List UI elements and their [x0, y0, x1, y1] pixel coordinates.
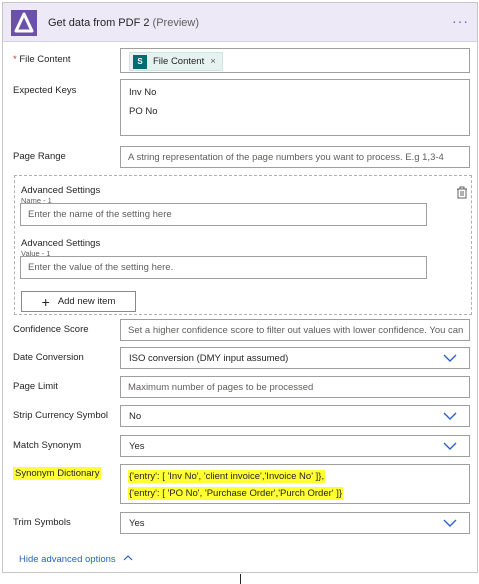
strip-currency-symbol-value: No [129, 411, 142, 422]
hide-advanced-options-link[interactable]: Hide advanced options [19, 554, 133, 565]
more-options-icon[interactable]: ··· [452, 13, 469, 29]
connector-line [240, 574, 241, 584]
page-range-label: Page Range [13, 151, 66, 162]
setting-name-input[interactable]: Enter the name of the setting here [20, 203, 427, 226]
advanced-settings-value-label: Advanced Settings [21, 238, 101, 249]
synonym-entry-2: {'entry': [ 'PO No', 'Purchase Order','P… [128, 487, 344, 500]
token-text: File Content [153, 56, 205, 67]
date-conversion-value: ISO conversion (DMY input assumed) [129, 353, 289, 364]
page-range-placeholder: A string representation of the page numb… [128, 152, 444, 163]
match-synonym-value: Yes [129, 441, 145, 452]
required-mark: * [13, 54, 17, 65]
page-limit-input[interactable]: Maximum number of pages to be processed [120, 376, 470, 398]
page-limit-placeholder: Maximum number of pages to be processed [128, 382, 314, 393]
file-content-label: * File Content [13, 54, 71, 65]
add-new-item-button[interactable]: + Add new item [21, 291, 136, 312]
chevron-down-icon [443, 412, 457, 420]
setting-value-input[interactable]: Enter the value of the setting here. [20, 256, 427, 279]
trim-symbols-dropdown[interactable]: Yes [120, 512, 470, 534]
file-content-field[interactable]: S File Content × [120, 48, 470, 73]
card-title: Get data from PDF 2 (Preview) [48, 17, 199, 29]
expected-key-2: PO No [129, 106, 158, 117]
hide-advanced-options-label: Hide advanced options [19, 554, 116, 565]
trim-symbols-label: Trim Symbols [13, 517, 71, 528]
synonym-dictionary-label: Synonym Dictionary [13, 467, 102, 480]
strip-currency-symbol-label: Strip Currency Symbol [13, 410, 109, 421]
advanced-settings-group: Advanced Settings Name - 1 Enter the nam… [14, 175, 472, 315]
delete-item-icon[interactable] [456, 186, 468, 202]
match-synonym-label: Match Synonym [13, 440, 82, 451]
card-title-text: Get data from PDF 2 [48, 17, 150, 29]
strip-currency-symbol-dropdown[interactable]: No [120, 405, 470, 427]
chevron-down-icon [443, 354, 457, 362]
match-synonym-dropdown[interactable]: Yes [120, 435, 470, 457]
file-content-label-text: File Content [19, 54, 71, 65]
synonym-entry-1: {'entry': [ 'Inv No', 'client invoice','… [128, 470, 326, 483]
expected-keys-label: Expected Keys [13, 85, 77, 96]
confidence-score-input[interactable]: Set a higher confidence score to filter … [120, 319, 470, 341]
date-conversion-label: Date Conversion [13, 352, 84, 363]
chevron-down-icon [443, 519, 457, 527]
confidence-score-placeholder: Set a higher confidence score to filter … [128, 325, 464, 336]
synonym-dictionary-field[interactable]: {'entry': [ 'Inv No', 'client invoice','… [120, 464, 470, 504]
connector-logo-icon [11, 10, 37, 36]
expected-key-1: Inv No [129, 87, 157, 98]
file-content-token[interactable]: S File Content × [129, 52, 223, 71]
add-new-item-label: Add new item [57, 296, 116, 307]
date-conversion-dropdown[interactable]: ISO conversion (DMY input assumed) [120, 347, 470, 369]
page-range-input[interactable]: A string representation of the page numb… [120, 146, 470, 168]
plus-icon: + [41, 293, 50, 310]
setting-name-placeholder: Enter the name of the setting here [28, 209, 172, 220]
setting-value-placeholder: Enter the value of the setting here. [28, 262, 174, 273]
advanced-settings-name-label: Advanced Settings [21, 185, 101, 196]
sharepoint-icon: S [133, 54, 147, 69]
chevron-up-icon [123, 555, 133, 561]
expected-keys-field[interactable]: Inv No PO No [120, 79, 470, 136]
card-header[interactable]: Get data from PDF 2 (Preview) ··· [3, 3, 477, 42]
remove-token-icon[interactable]: × [210, 56, 216, 67]
trim-symbols-value: Yes [129, 518, 145, 529]
confidence-score-label: Confidence Score [13, 324, 89, 335]
preview-tag: (Preview) [152, 17, 199, 29]
page-limit-label: Page Limit [13, 381, 58, 392]
action-card: Get data from PDF 2 (Preview) ··· * File… [2, 2, 478, 573]
synonym-dictionary-label-text: Synonym Dictionary [13, 467, 102, 480]
chevron-down-icon [443, 442, 457, 450]
